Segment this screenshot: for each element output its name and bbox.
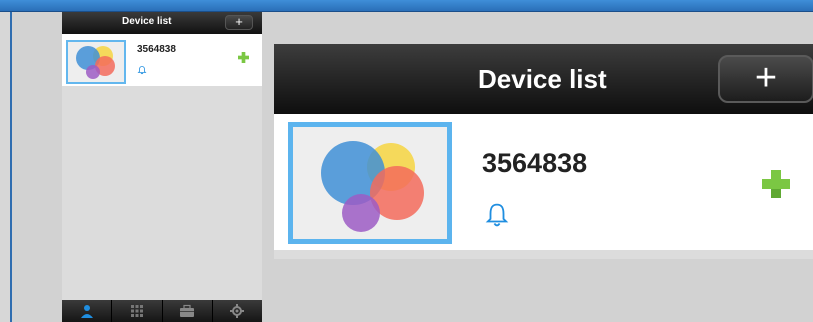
bottom-tab-bar bbox=[62, 300, 262, 322]
device-thumbnail-large[interactable] bbox=[288, 122, 452, 244]
briefcase-icon bbox=[180, 304, 195, 317]
page-title-large: Device list bbox=[478, 64, 607, 94]
device-list-item-large[interactable]: 3564838 bbox=[274, 114, 813, 250]
phone-screen-large: Device list + 3564838 bbox=[274, 44, 813, 259]
plus-icon[interactable] bbox=[238, 52, 249, 63]
add-device-button-large[interactable]: + bbox=[718, 55, 813, 103]
colored-circles-icon bbox=[321, 141, 424, 232]
device-list-item[interactable]: 3564838 bbox=[62, 34, 262, 86]
tab-devices[interactable] bbox=[62, 300, 113, 322]
colored-circles-icon bbox=[76, 46, 115, 79]
page-title: Device list bbox=[122, 16, 172, 27]
add-device-button[interactable]: + bbox=[225, 15, 253, 30]
gear-icon bbox=[230, 304, 245, 318]
grid-icon bbox=[130, 305, 143, 317]
device-name-large: 3564838 bbox=[482, 148, 588, 178]
bell-icon bbox=[137, 66, 147, 75]
bell-icon bbox=[485, 203, 509, 227]
device-thumbnail[interactable] bbox=[66, 40, 126, 84]
device-name: 3564838 bbox=[137, 44, 176, 55]
phone-screen-small: Device list + 3564838 bbox=[62, 12, 262, 322]
person-icon bbox=[80, 305, 93, 318]
device-list-header: Device list + bbox=[62, 12, 262, 34]
window-left-border bbox=[0, 12, 12, 322]
window-title-bar bbox=[0, 0, 813, 12]
device-list-header-large: Device list + bbox=[274, 44, 813, 114]
tab-grid[interactable] bbox=[112, 300, 163, 322]
tab-briefcase[interactable] bbox=[163, 300, 213, 322]
tab-settings[interactable] bbox=[213, 300, 262, 322]
plus-icon[interactable] bbox=[760, 168, 792, 200]
